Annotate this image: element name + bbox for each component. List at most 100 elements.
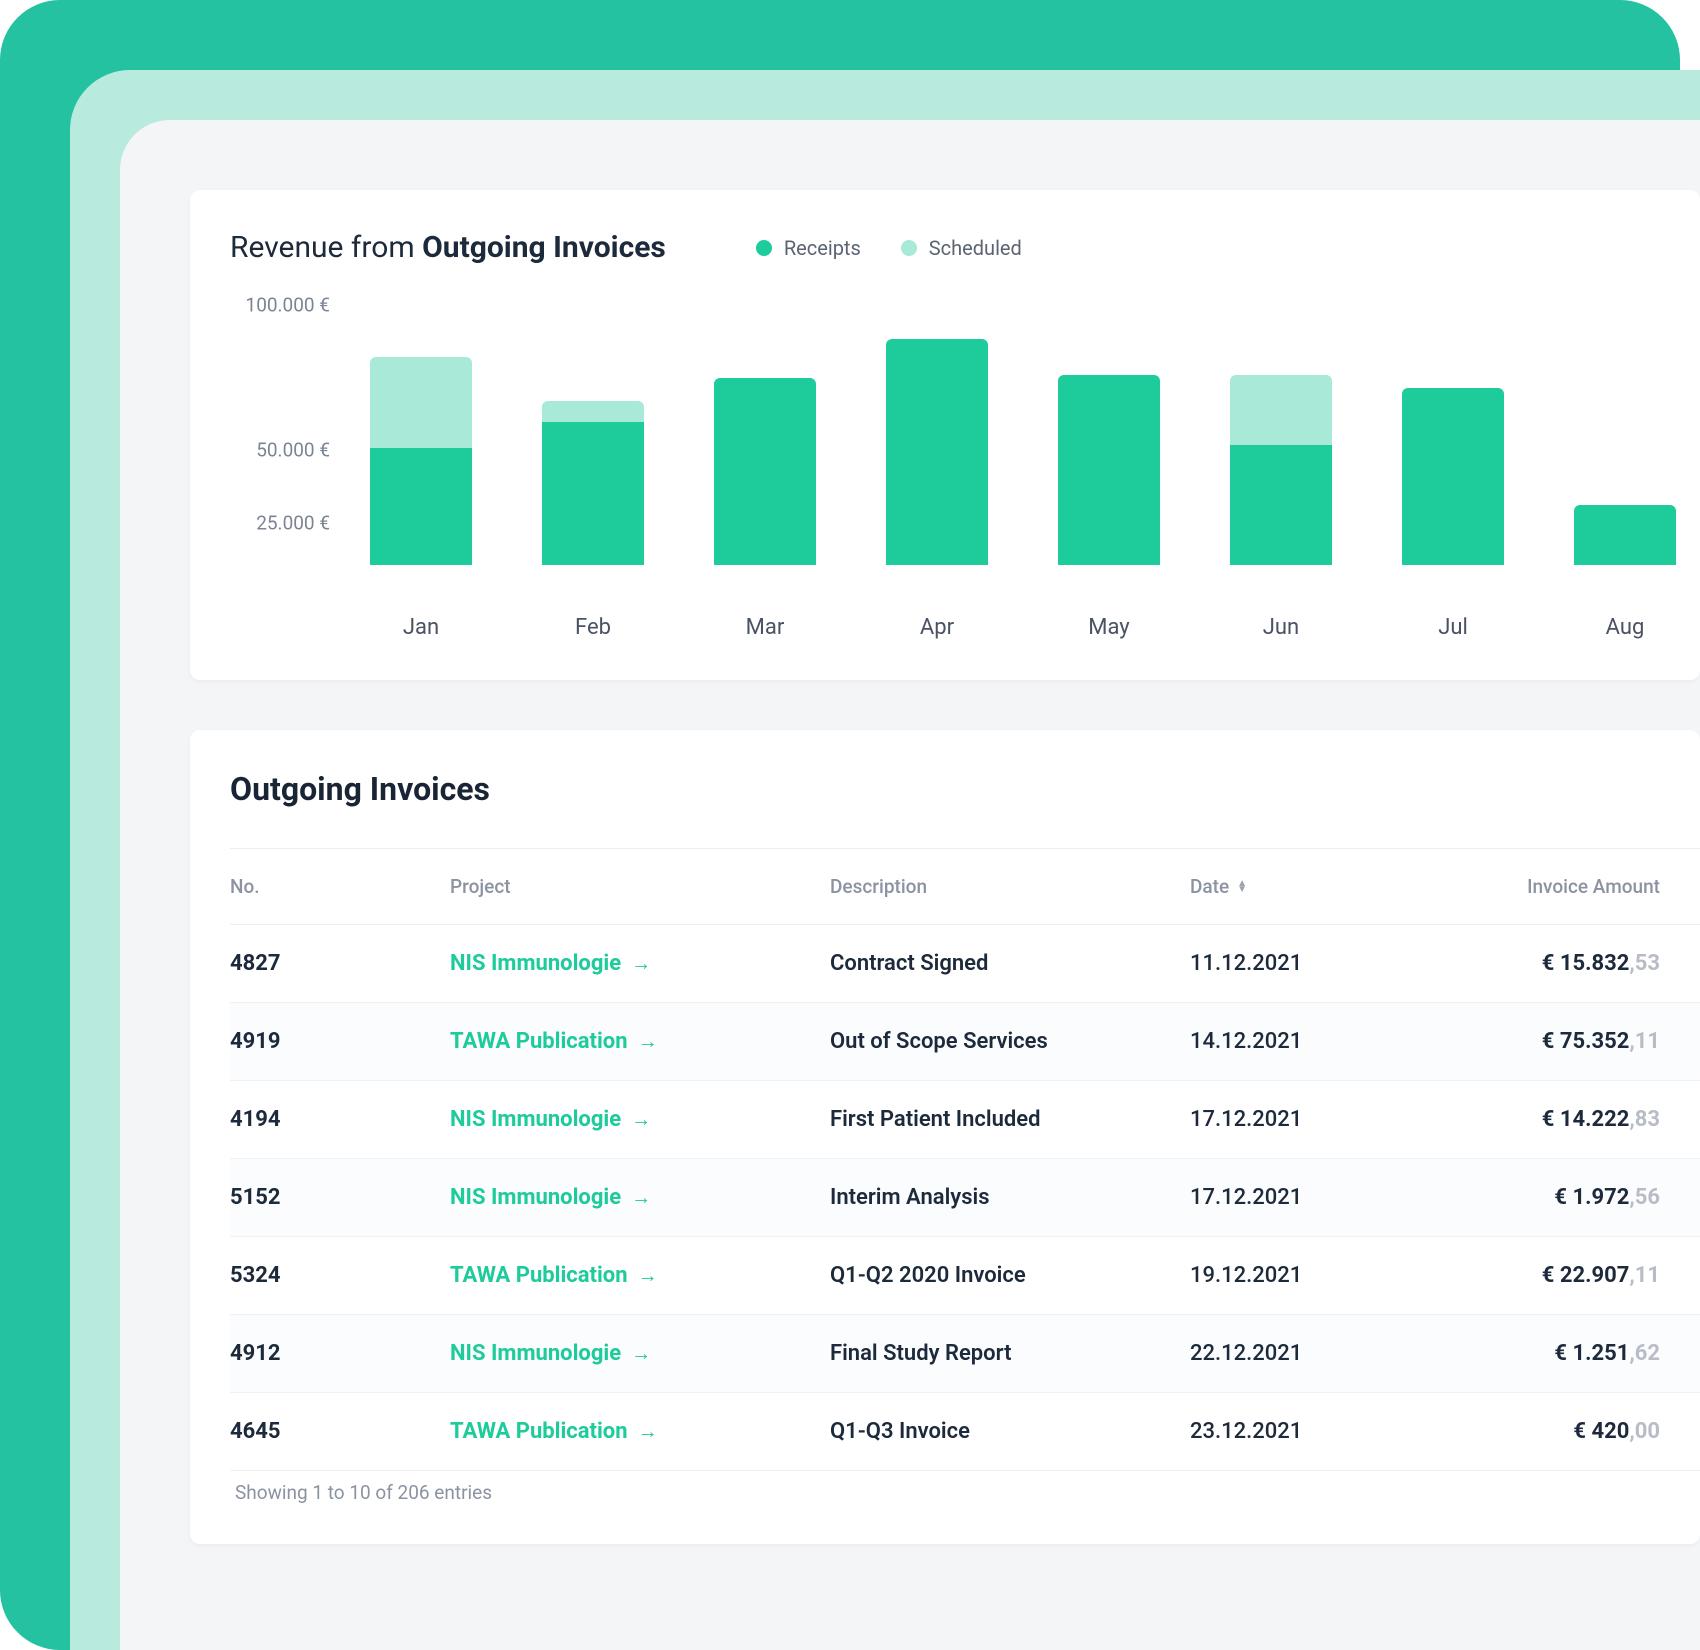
amount-main: € 420: [1573, 1419, 1629, 1444]
project-link[interactable]: TAWA Publication→: [450, 1419, 658, 1444]
project-link[interactable]: TAWA Publication→: [450, 1029, 658, 1054]
x-label: Mar: [714, 615, 816, 640]
outgoing-invoices-card: Outgoing Invoices No. Project Descriptio…: [190, 730, 1700, 1544]
cell-amount: € 1.972,56: [1430, 1185, 1670, 1210]
project-link[interactable]: TAWA Publication →: [450, 1263, 658, 1288]
legend-item-scheduled[interactable]: Scheduled: [901, 236, 1022, 260]
cell-project: NIS Immunologie→: [450, 951, 830, 976]
amount-main: € 75.352: [1542, 1029, 1630, 1054]
x-label: Jun: [1230, 615, 1332, 640]
project-link[interactable]: NIS Immunologie →: [450, 1107, 651, 1132]
cell-no: 4827: [230, 951, 450, 976]
arrow-right-icon: →: [631, 1341, 651, 1366]
bar-receipts: [1574, 505, 1676, 565]
table-row[interactable]: 5152NIS Immunologie→Interim Analysis17.1…: [230, 1159, 1700, 1237]
project-link[interactable]: NIS Immunologie →: [450, 1341, 651, 1366]
cell-project: TAWA Publication→: [450, 1419, 830, 1444]
th-description[interactable]: Description: [830, 875, 1190, 898]
y-tick: 50.000 €: [256, 439, 330, 462]
cell-description: First Patient Included: [830, 1107, 1190, 1132]
project-link-label: TAWA Publication: [450, 1419, 628, 1444]
amount-main: € 22.907: [1542, 1263, 1630, 1288]
amount-cents: ,62: [1629, 1341, 1660, 1366]
amount-cents: ,83: [1629, 1107, 1660, 1132]
amount-cents: ,11: [1629, 1029, 1660, 1054]
project-link-label: NIS Immunologie: [450, 1341, 621, 1366]
th-amount[interactable]: Invoice Amount: [1430, 875, 1670, 898]
arrow-right-icon: →: [631, 1107, 651, 1132]
arrow-right-icon: →: [631, 1185, 651, 1210]
chart-title-bold: Outgoing Invoices: [422, 230, 666, 265]
table-body: 4827NIS Immunologie→Contract Signed11.12…: [230, 925, 1700, 1471]
project-link-label: NIS Immunologie: [450, 1185, 621, 1210]
y-tick: 100.000 €: [246, 294, 330, 317]
chart-plot-area: [350, 305, 1700, 565]
bar-receipts: [714, 378, 816, 565]
bar-jan[interactable]: [370, 305, 472, 565]
bar-receipts: [542, 422, 644, 565]
cell-description: Q1-Q3 Invoice: [830, 1419, 1190, 1444]
th-date[interactable]: Date ▲▼: [1190, 875, 1430, 898]
bar-apr[interactable]: [886, 305, 988, 565]
project-link-label: NIS Immunologie: [450, 951, 621, 976]
x-label: Feb: [542, 615, 644, 640]
bar-receipts: [1230, 445, 1332, 565]
y-tick: 25.000 €: [256, 511, 330, 534]
invoices-title: Outgoing Invoices: [230, 770, 1700, 808]
project-link-label: NIS Immunologie: [450, 1107, 621, 1132]
x-label: Apr: [886, 615, 988, 640]
chart-title: Revenue from Outgoing Invoices: [230, 230, 666, 265]
amount-main: € 1.251: [1554, 1341, 1629, 1366]
bar-jul[interactable]: [1402, 305, 1504, 565]
cell-amount: € 15.832,53: [1430, 951, 1670, 976]
table-header-row: No. Project Description Date ▲▼ Invoice …: [230, 848, 1700, 925]
amount-cents: ,11: [1629, 1263, 1660, 1288]
bar-scheduled: [542, 401, 644, 422]
table-row[interactable]: 5324TAWA Publication→Q1-Q2 2020 Invoice1…: [230, 1237, 1700, 1315]
project-link[interactable]: NIS Immunologie→: [450, 951, 651, 976]
project-link-label: TAWA Publication: [450, 1263, 628, 1288]
legend-item-receipts[interactable]: Receipts: [756, 236, 861, 260]
table-row[interactable]: 4919TAWA Publication→Out of Scope Servic…: [230, 1003, 1700, 1081]
project-link-label: TAWA Publication: [450, 1029, 628, 1054]
amount-main: € 15.832: [1542, 951, 1630, 976]
table-row[interactable]: 4912NIS Immunologie→Final Study Report22…: [230, 1315, 1700, 1393]
x-label: Jan: [370, 615, 472, 640]
legend-dot-scheduled-icon: [901, 240, 917, 256]
chart-y-axis: 100.000 € 50.000 € 25.000 €: [230, 305, 350, 595]
bar-may[interactable]: [1058, 305, 1160, 565]
cell-no: 4194: [230, 1107, 450, 1132]
cell-date: 22.12.2021: [1190, 1341, 1430, 1366]
table-footer-text: Showing 1 to 10 of 206 entries: [230, 1481, 1700, 1504]
revenue-chart-card: Revenue from Outgoing Invoices Receipts …: [190, 190, 1700, 680]
cell-amount: € 1.251,62: [1430, 1341, 1670, 1366]
chart-legend: Receipts Scheduled: [756, 236, 1022, 260]
cell-amount: € 75.352,11: [1430, 1029, 1670, 1054]
chart-body: 100.000 € 50.000 € 25.000 €: [230, 305, 1700, 595]
cell-project: TAWA Publication→: [450, 1029, 830, 1054]
bar-aug[interactable]: [1574, 305, 1676, 565]
chart-title-prefix: Revenue from: [230, 230, 422, 265]
cell-amount: € 22.907,11: [1430, 1263, 1670, 1288]
cell-description: Out of Scope Services: [830, 1029, 1190, 1054]
bar-mar[interactable]: [714, 305, 816, 565]
table-row[interactable]: 4194NIS Immunologie → First Patient Includ…: [230, 1081, 1700, 1159]
th-project[interactable]: Project: [450, 875, 830, 898]
th-date-label: Date: [1190, 875, 1229, 898]
bar-scheduled: [1230, 375, 1332, 445]
bar-feb[interactable]: [542, 305, 644, 565]
th-no[interactable]: No.: [230, 875, 450, 898]
project-link[interactable]: NIS Immunologie →: [450, 1185, 651, 1210]
cell-no: 4645: [230, 1419, 450, 1444]
table-row[interactable]: 4645TAWA Publication→Q1-Q3 Invoice23.12.…: [230, 1393, 1700, 1471]
chart-header: Revenue from Outgoing Invoices Receipts …: [230, 230, 1700, 265]
cell-project: NIS Immunologie →: [450, 1341, 830, 1366]
cell-project: TAWA Publication →: [450, 1263, 830, 1288]
bar-receipts: [370, 448, 472, 565]
table-row[interactable]: 4827NIS Immunologie→Contract Signed11.12…: [230, 925, 1700, 1003]
bar-jun[interactable]: [1230, 305, 1332, 565]
legend-dot-receipts-icon: [756, 240, 772, 256]
amount-cents: ,53: [1629, 951, 1660, 976]
arrow-right-icon: →: [638, 1263, 658, 1288]
cell-description: Interim Analysis: [830, 1185, 1190, 1210]
